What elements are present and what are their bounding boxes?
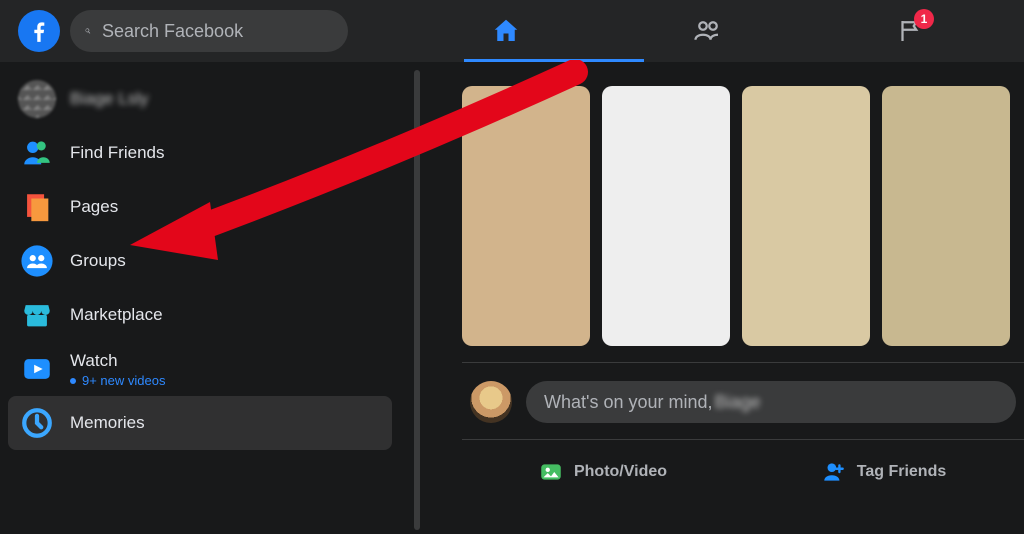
- nav-pages[interactable]: 1: [864, 3, 956, 59]
- composer-placeholder-name: Biage: [715, 392, 761, 413]
- photo-video-icon: [538, 459, 564, 485]
- composer-photo-video[interactable]: Photo/Video: [462, 450, 743, 494]
- groups-icon: [18, 242, 56, 280]
- story-card[interactable]: [742, 86, 870, 346]
- composer-action-label: Photo/Video: [574, 463, 667, 481]
- center-nav: 1: [460, 0, 956, 62]
- sidebar-item-watch[interactable]: Watch 9+ new videos: [8, 342, 392, 396]
- tag-friends-icon: [821, 459, 847, 485]
- sidebar-item-sublabel: 9+ new videos: [70, 373, 165, 388]
- memories-icon: [18, 404, 56, 442]
- marketplace-icon: [18, 296, 56, 334]
- sidebar-item-label: Memories: [70, 413, 145, 433]
- search-input[interactable]: [102, 21, 334, 42]
- active-tab-underline: [464, 59, 644, 62]
- story-card[interactable]: [602, 86, 730, 346]
- pages-icon: [18, 188, 56, 226]
- nav-friends[interactable]: [662, 3, 754, 59]
- composer-input[interactable]: What's on your mind, Biage: [526, 381, 1016, 423]
- sidebar-item-label: Marketplace: [70, 305, 163, 325]
- composer-action-label: Tag Friends: [857, 463, 947, 481]
- sidebar-item-label: Watch: [70, 351, 118, 370]
- sidebar-scrollbar[interactable]: [414, 70, 420, 530]
- facebook-logo[interactable]: [18, 10, 60, 52]
- home-icon: [491, 16, 521, 46]
- sidebar-item-find-friends[interactable]: Find Friends: [8, 126, 392, 180]
- sidebar-item-content: Watch 9+ new videos: [70, 351, 165, 388]
- top-bar: 1: [0, 0, 1024, 62]
- story-card[interactable]: [462, 86, 590, 346]
- sidebar-item-label: Pages: [70, 197, 118, 217]
- user-avatar: [18, 80, 56, 118]
- friends-icon: [18, 134, 56, 172]
- post-composer: What's on your mind, Biage Photo/Video T…: [462, 362, 1024, 494]
- left-sidebar: Biage Lsly Find Friends Pages Groups Mar…: [0, 62, 400, 534]
- search-field[interactable]: [70, 10, 348, 52]
- sidebar-item-marketplace[interactable]: Marketplace: [8, 288, 392, 342]
- sidebar-item-groups[interactable]: Groups: [8, 234, 392, 288]
- user-name: Biage Lsly: [70, 89, 148, 109]
- main-feed: What's on your mind, Biage Photo/Video T…: [430, 62, 1024, 534]
- stories-tray[interactable]: [462, 86, 1024, 348]
- sidebar-item-memories[interactable]: Memories: [8, 396, 392, 450]
- sidebar-item-profile[interactable]: Biage Lsly: [8, 72, 392, 126]
- sidebar-item-label: Find Friends: [70, 143, 164, 163]
- nav-pages-badge: 1: [914, 9, 934, 29]
- story-card[interactable]: [882, 86, 1010, 346]
- search-icon: [84, 22, 92, 40]
- composer-avatar[interactable]: [470, 381, 512, 423]
- sidebar-item-pages[interactable]: Pages: [8, 180, 392, 234]
- sidebar-item-label: Groups: [70, 251, 126, 271]
- watch-icon: [18, 350, 56, 388]
- nav-home[interactable]: [460, 3, 552, 59]
- friends-icon: [693, 16, 723, 46]
- composer-actions: Photo/Video Tag Friends: [462, 440, 1024, 494]
- composer-tag-friends[interactable]: Tag Friends: [743, 450, 1024, 494]
- composer-placeholder-prefix: What's on your mind,: [544, 392, 713, 413]
